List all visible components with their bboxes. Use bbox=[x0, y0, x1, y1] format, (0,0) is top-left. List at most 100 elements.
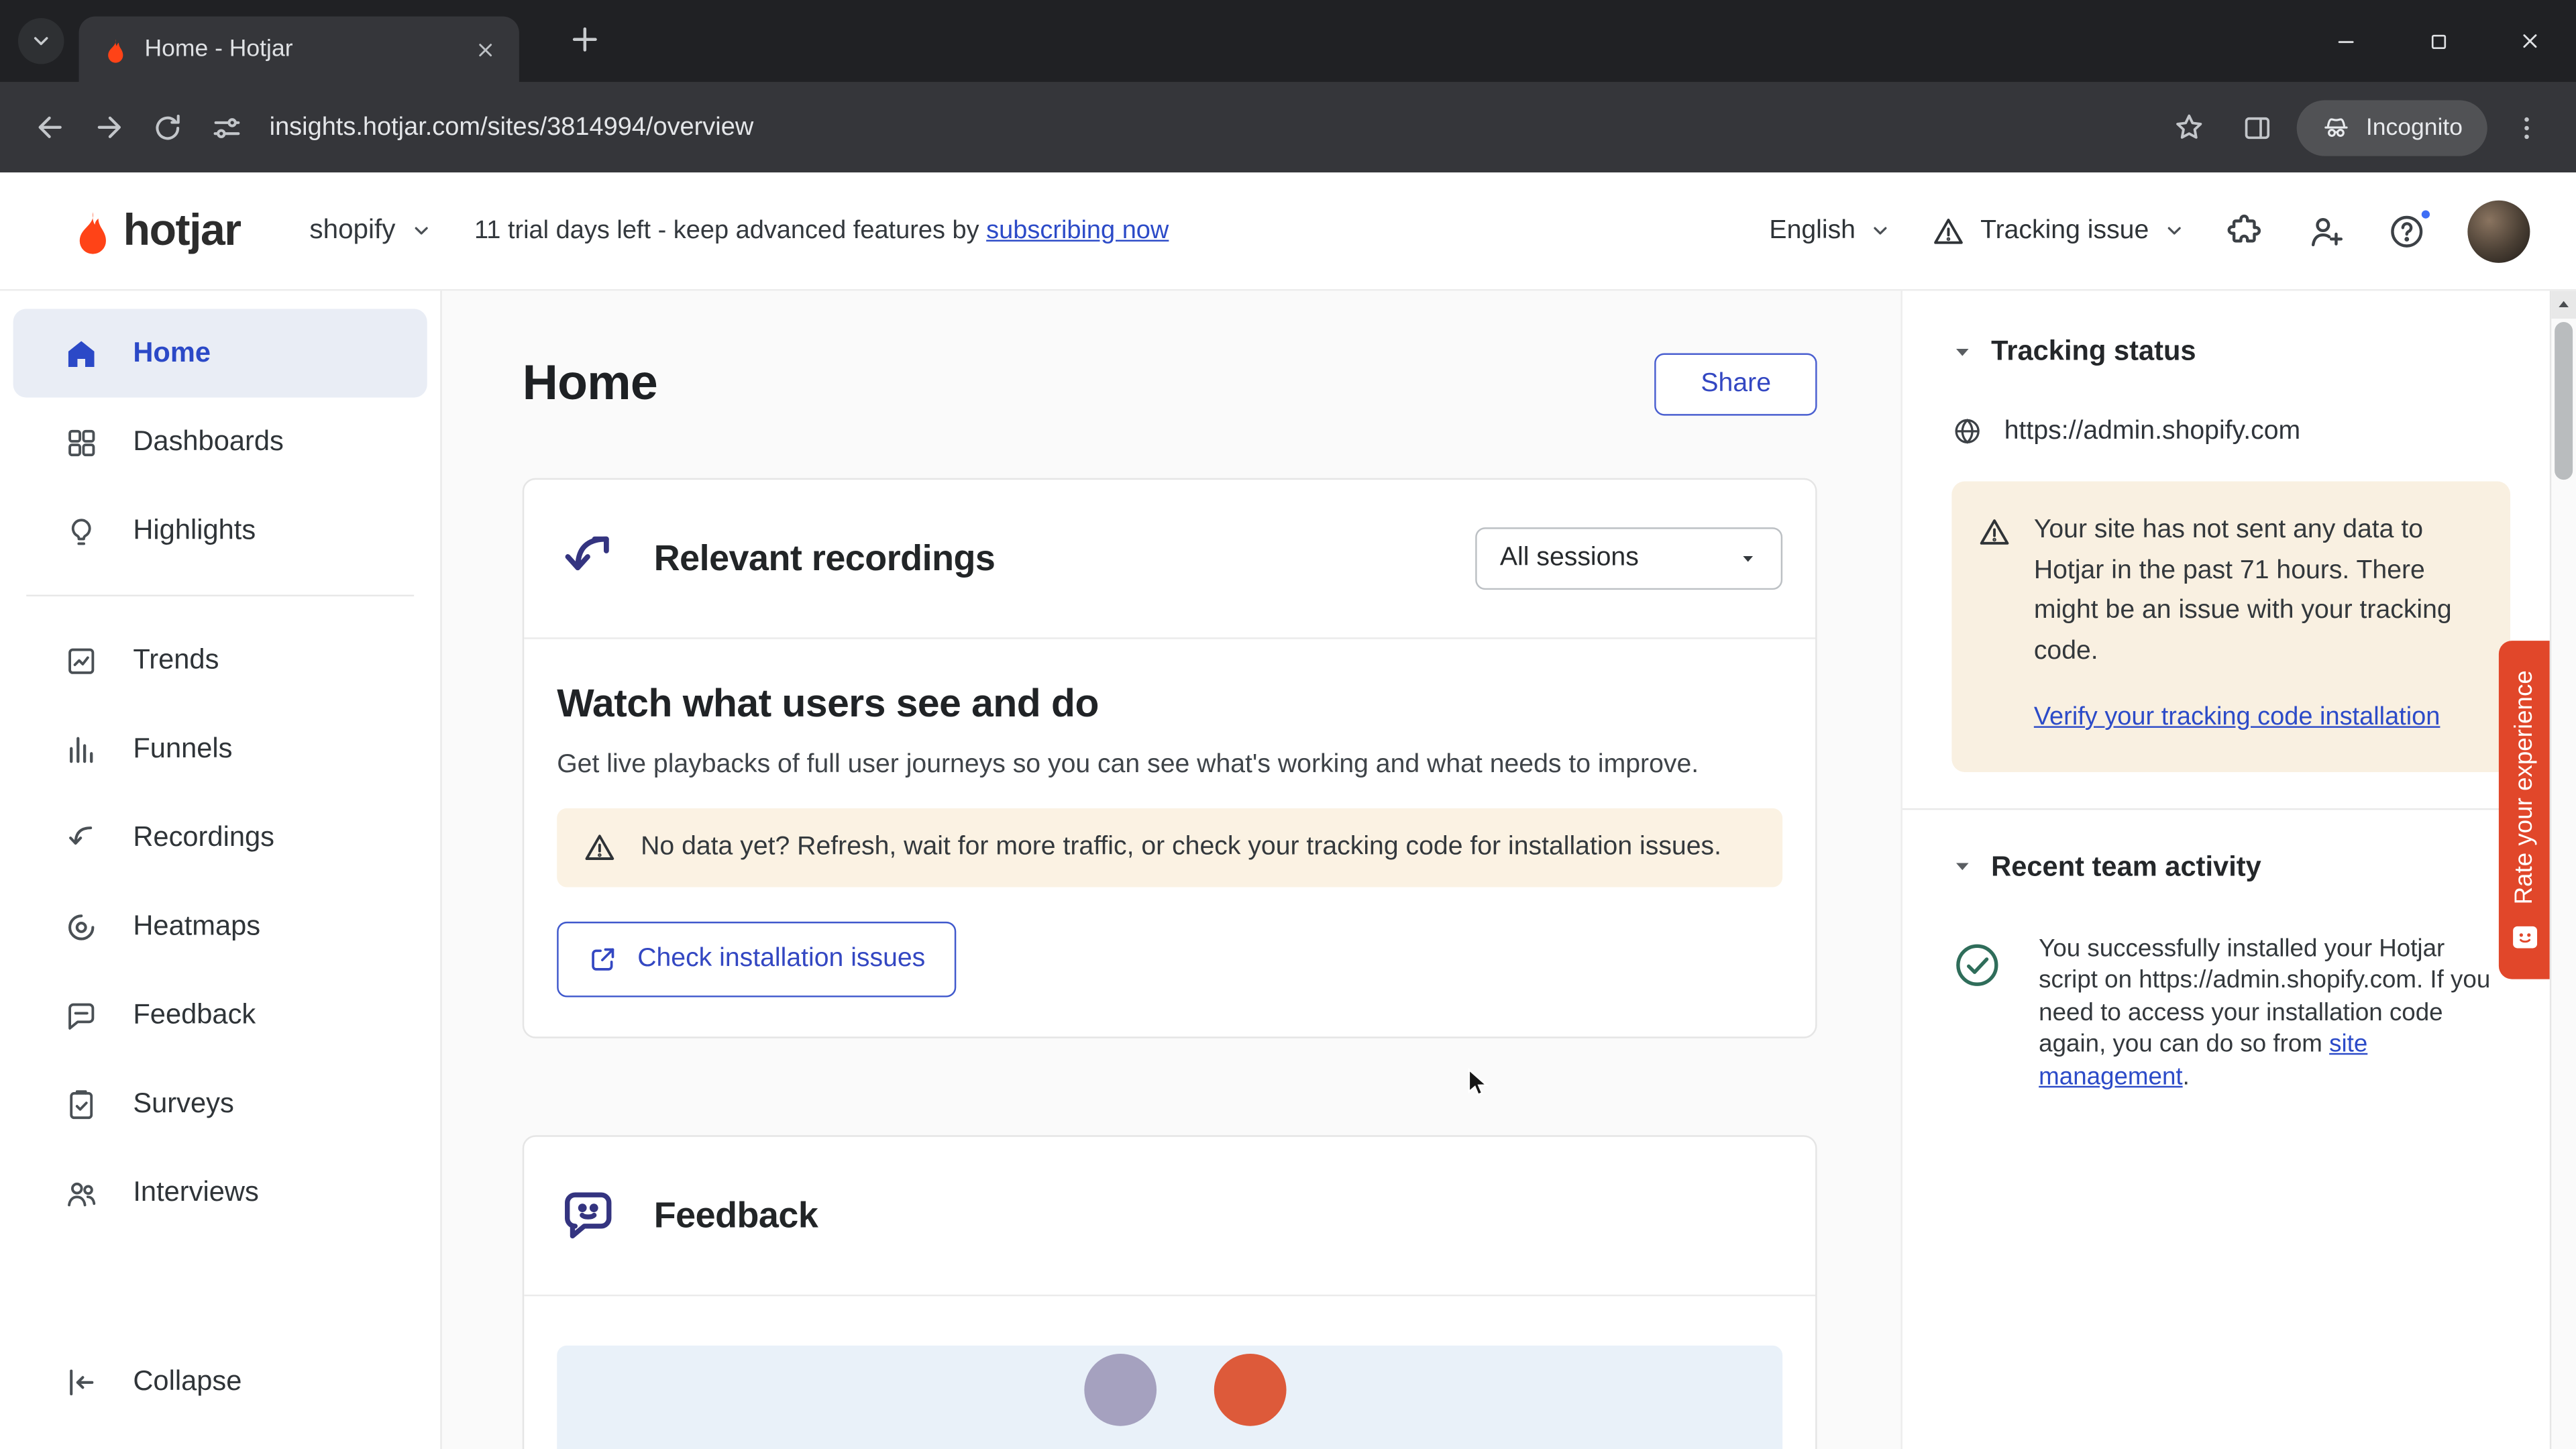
tracking-issue-label: Tracking issue bbox=[1980, 216, 2149, 244]
tracking-warning-box: Your site has not sent any data to Hotja… bbox=[1951, 481, 2511, 771]
surveys-icon bbox=[70, 1089, 93, 1118]
back-button[interactable] bbox=[19, 98, 78, 157]
no-data-warning-banner: No data yet? Refresh, wait for more traf… bbox=[557, 808, 1783, 888]
help-button[interactable] bbox=[2387, 206, 2433, 251]
scroll-up-button[interactable] bbox=[2551, 290, 2576, 319]
feedback-icon bbox=[565, 1192, 612, 1239]
maximize-button[interactable] bbox=[2392, 0, 2484, 82]
screen: Home - Hotjar insights.hotjar.com/sites/… bbox=[0, 0, 2576, 1449]
chevron-down-icon bbox=[34, 37, 48, 46]
sidebar-item-funnels[interactable]: Funnels bbox=[13, 705, 427, 794]
tracking-warning-row: Your site has not sent any data to Hotja… bbox=[1978, 511, 2484, 672]
warning-icon bbox=[1935, 217, 1964, 244]
sidebar-item-label: Recordings bbox=[133, 821, 274, 853]
sidebar-item-interviews[interactable]: Interviews bbox=[13, 1148, 427, 1237]
forward-icon bbox=[97, 116, 120, 138]
bookmark-button[interactable] bbox=[2159, 98, 2218, 157]
sidebar-item-highlights[interactable]: Highlights bbox=[13, 486, 427, 575]
sidebar-item-recordings[interactable]: Recordings bbox=[13, 794, 427, 882]
reload-icon bbox=[156, 113, 180, 140]
sidebar-item-heatmaps[interactable]: Heatmaps bbox=[13, 882, 427, 971]
language-selector[interactable]: English bbox=[1769, 216, 1891, 246]
back-icon bbox=[38, 116, 61, 138]
team-activity-section-header[interactable]: Recent team activity bbox=[1951, 850, 2510, 883]
subscribe-link[interactable]: subscribing now bbox=[986, 216, 1169, 244]
person-add-icon bbox=[2311, 217, 2343, 246]
address-bar[interactable]: insights.hotjar.com/sites/3814994/overvi… bbox=[270, 113, 754, 142]
recordings-card-body: Watch what users see and do Get live pla… bbox=[524, 639, 1815, 1037]
warning-text: No data yet? Refresh, wait for more traf… bbox=[641, 833, 1721, 861]
feedback-card: Feedback bbox=[522, 1135, 1817, 1449]
trends-icon bbox=[68, 647, 95, 674]
recordings-card-header: Relevant recordings All sessions bbox=[524, 480, 1816, 639]
chevron-down-icon bbox=[2167, 227, 2181, 235]
sidebar-item-trends[interactable]: Trends bbox=[13, 616, 427, 704]
right-panel: Tracking status https://admin.shopify.co… bbox=[1900, 290, 2576, 1449]
caret-down-icon bbox=[1956, 347, 1969, 356]
sidebar-item-feedback[interactable]: Feedback bbox=[13, 971, 427, 1059]
tab-close-button[interactable] bbox=[467, 32, 503, 68]
sidebar-collapse-button[interactable]: Collapse bbox=[13, 1314, 427, 1449]
caret-down-icon bbox=[1956, 863, 1969, 871]
share-button[interactable]: Share bbox=[1654, 353, 1817, 416]
logo-wordmark: hotjar bbox=[123, 205, 241, 255]
recordings-icon bbox=[69, 825, 93, 844]
minimize-button[interactable] bbox=[2300, 0, 2392, 82]
sidebar-item-surveys[interactable]: Surveys bbox=[13, 1060, 427, 1148]
user-avatar[interactable] bbox=[2467, 199, 2530, 262]
side-panel-button[interactable] bbox=[2228, 98, 2287, 157]
close-window-button[interactable] bbox=[2484, 0, 2576, 82]
home-icon bbox=[68, 340, 95, 366]
sidebar-item-label: Heatmaps bbox=[133, 910, 261, 942]
reload-button[interactable] bbox=[138, 98, 197, 157]
sessions-filter-dropdown[interactable]: All sessions bbox=[1475, 527, 1783, 590]
sidebar-item-label: Dashboards bbox=[133, 425, 284, 457]
side-panel-icon bbox=[2245, 116, 2270, 138]
funnels-icon bbox=[70, 736, 93, 763]
trial-banner: 11 trial days left - keep advanced featu… bbox=[474, 216, 1169, 246]
integrations-button[interactable] bbox=[2226, 211, 2265, 251]
forward-button[interactable] bbox=[79, 98, 138, 157]
warning-icon bbox=[585, 835, 614, 860]
main-content: Home Share Relevant recordings All sessi… bbox=[441, 290, 1901, 1449]
sidebar-item-home[interactable]: Home bbox=[13, 309, 427, 398]
tracking-issue-dropdown[interactable]: Tracking issue bbox=[1933, 215, 2185, 248]
plus-icon bbox=[572, 27, 597, 52]
tracking-status-section-header[interactable]: Tracking status bbox=[1951, 335, 2510, 368]
site-selector[interactable]: shopify bbox=[309, 215, 431, 247]
rate-experience-label: Rate your experience bbox=[2510, 670, 2538, 905]
hotjar-favicon bbox=[108, 38, 123, 62]
sidebar-divider bbox=[26, 594, 415, 596]
rate-experience-tab[interactable]: Rate your experience bbox=[2498, 641, 2550, 979]
feedback-card-title: Feedback bbox=[653, 1194, 818, 1236]
new-tab-button[interactable] bbox=[567, 21, 603, 58]
scrollbar-thumb[interactable] bbox=[2555, 322, 2573, 480]
external-link-icon bbox=[592, 948, 614, 971]
browser-menu-button[interactable] bbox=[2497, 98, 2556, 157]
invite-user-button[interactable] bbox=[2306, 211, 2346, 251]
check-installation-button[interactable]: Check installation issues bbox=[557, 921, 957, 998]
angry-emoji-icon bbox=[1214, 1353, 1287, 1426]
check-circle-icon bbox=[1956, 943, 1998, 985]
header-right: English Tracking issue bbox=[1769, 199, 2530, 262]
site-info-button[interactable] bbox=[197, 98, 256, 157]
sidebar: Home Dashboards Highlights Trends Funnel… bbox=[0, 290, 442, 1449]
verify-tracking-link[interactable]: Verify your tracking code installation bbox=[2034, 698, 2440, 739]
feedback-preview bbox=[557, 1345, 1783, 1449]
page-scrollbar[interactable] bbox=[2549, 290, 2576, 1449]
hotjar-logo[interactable]: hotjar bbox=[66, 205, 241, 256]
team-activity-title: Recent team activity bbox=[1991, 850, 2261, 881]
sidebar-item-dashboards[interactable]: Dashboards bbox=[13, 398, 427, 486]
notification-dot bbox=[2418, 206, 2433, 221]
window-controls bbox=[2300, 0, 2576, 82]
recordings-heading: Watch what users see and do bbox=[557, 682, 1099, 727]
chevron-down-icon bbox=[414, 227, 427, 235]
tune-icon bbox=[213, 117, 240, 138]
page-title: Home bbox=[522, 356, 658, 411]
activity-message: You successfully installed your Hotjar s… bbox=[2039, 934, 2491, 1059]
tab-search-button[interactable] bbox=[17, 17, 64, 64]
browser-tab[interactable]: Home - Hotjar bbox=[78, 16, 519, 83]
tracked-site-row: https://admin.shopify.com bbox=[1951, 416, 2510, 447]
close-icon bbox=[2523, 34, 2537, 48]
trial-text: 11 trial days left - keep advanced featu… bbox=[474, 216, 979, 244]
